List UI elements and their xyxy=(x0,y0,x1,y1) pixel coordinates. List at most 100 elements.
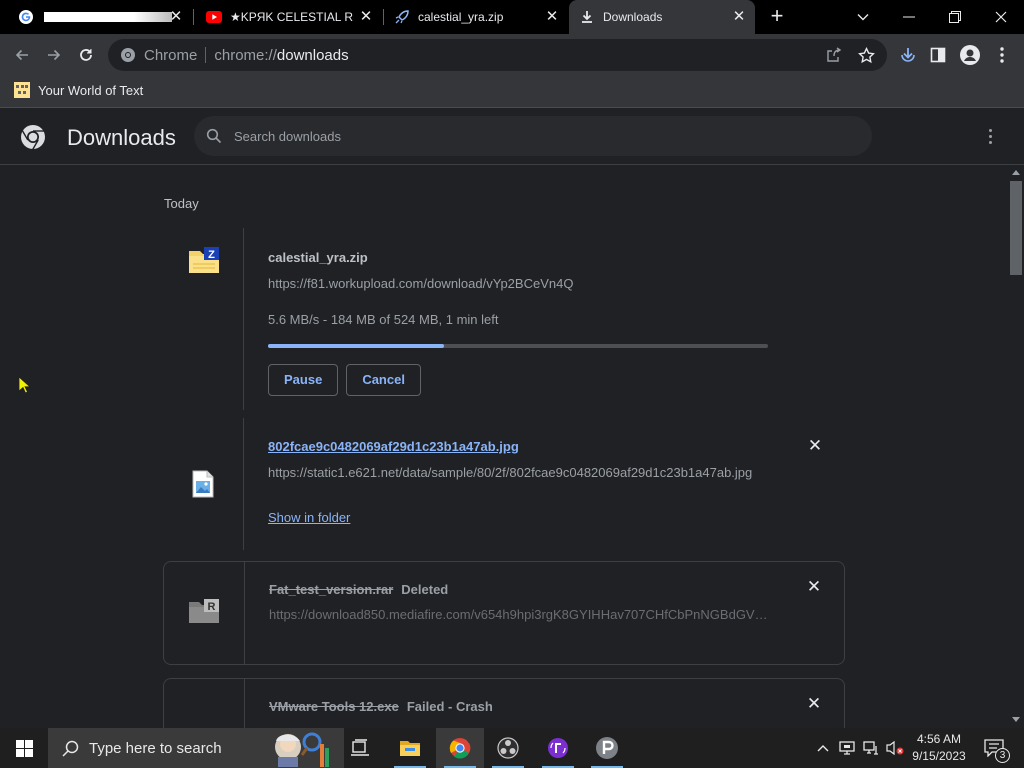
tab-search-button[interactable] xyxy=(840,0,886,34)
restore-button[interactable] xyxy=(932,0,978,34)
tab-google[interactable]: ✕ xyxy=(8,0,192,34)
bookmarks-bar: Your World of Text xyxy=(0,76,1024,108)
tray-app-button[interactable] xyxy=(836,728,858,768)
chrome-taskbar-button[interactable] xyxy=(436,728,484,768)
download-item-in-progress: Z calestial_yra.zip https://f81.workuplo… xyxy=(163,228,845,410)
file-name-link[interactable]: 802fcae9c0482069af29d1c23b1a47ab.jpg xyxy=(268,439,519,454)
volume-button[interactable] xyxy=(884,728,906,768)
downloads-list: Today Z calestial_yra.zip https://f81.wo… xyxy=(0,165,1008,728)
minimize-button[interactable] xyxy=(886,0,932,34)
notification-count-badge: 3 xyxy=(995,748,1010,763)
show-hidden-icons-button[interactable] xyxy=(812,728,834,768)
tab-title: calestial_yra.zip xyxy=(418,10,504,24)
tab-downloads[interactable]: Downloads ✕ xyxy=(569,0,755,34)
image-file-icon xyxy=(192,470,214,498)
tab-title: Downloads xyxy=(603,10,663,24)
pause-button[interactable]: Pause xyxy=(268,364,339,396)
search-downloads-field[interactable] xyxy=(194,116,872,156)
chrome-menu-button[interactable] xyxy=(990,43,1014,67)
file-explorer-icon xyxy=(400,741,420,756)
page-scrollbar[interactable] xyxy=(1008,165,1024,728)
show-in-folder-link[interactable]: Show in folder xyxy=(268,510,350,525)
file-name-row: Fat_test_version.rar Deleted xyxy=(269,581,448,599)
site-info-chip[interactable]: Chrome xyxy=(108,47,197,64)
close-tab-icon[interactable]: ✕ xyxy=(168,9,184,25)
clock-time: 4:56 AM xyxy=(916,732,962,746)
back-button[interactable] xyxy=(8,41,36,69)
download-item-failed: VMware Tools 12.exe Failed - Crash ✕ xyxy=(163,678,845,728)
file-explorer-button[interactable] xyxy=(386,728,434,768)
network-button[interactable] xyxy=(860,728,882,768)
tab-calestial[interactable]: calestial_yra.zip ✕ xyxy=(384,0,568,34)
file-url: https://f81.workupload.com/download/vYp2… xyxy=(268,276,574,291)
downloads-header: Downloads xyxy=(0,108,1024,165)
ywot-icon xyxy=(14,82,30,98)
url-scheme: chrome:// xyxy=(214,46,277,64)
download-progress-fill xyxy=(268,344,444,348)
remove-item-button[interactable]: ✕ xyxy=(804,577,824,597)
file-name: VMware Tools 12.exe xyxy=(269,699,399,714)
close-tab-icon[interactable]: ✕ xyxy=(358,9,374,25)
page-title: Downloads xyxy=(67,125,176,150)
proton-icon xyxy=(596,737,618,759)
share-button[interactable] xyxy=(822,43,846,67)
task-view-button[interactable] xyxy=(336,728,384,768)
forward-button[interactable] xyxy=(40,41,68,69)
search-input[interactable] xyxy=(234,128,834,144)
new-tab-button[interactable]: + xyxy=(765,5,789,29)
close-tab-icon[interactable]: ✕ xyxy=(544,9,560,25)
file-url: https://static1.e621.net/data/sample/80/… xyxy=(268,465,753,480)
url-text: chrome://downloads xyxy=(214,47,348,64)
side-panel-button[interactable] xyxy=(926,43,950,67)
bookmark-item[interactable]: Your World of Text xyxy=(14,82,143,98)
reload-button[interactable] xyxy=(72,41,100,69)
file-name-row: VMware Tools 12.exe Failed - Crash xyxy=(269,698,493,716)
search-highlight-icon xyxy=(275,732,329,767)
app-taskbar-button[interactable] xyxy=(534,728,582,768)
tab-youtube[interactable]: ★KPЯK CELESTIAL REC ✕ xyxy=(196,0,382,34)
address-bar[interactable]: Chrome chrome://downloads xyxy=(108,39,887,71)
proton-taskbar-button[interactable] xyxy=(583,728,631,768)
tab-title: ★KPЯK CELESTIAL REC xyxy=(230,10,354,24)
chrome-icon xyxy=(121,48,135,62)
windows-taskbar: Type here to search 4:56 AM 9/15/2023 3 xyxy=(0,728,1024,768)
date-group-label: Today xyxy=(164,196,199,211)
youtube-icon xyxy=(206,9,222,25)
file-name[interactable]: calestial_yra.zip xyxy=(268,250,368,265)
bookmark-star-button[interactable] xyxy=(854,43,878,67)
search-icon xyxy=(206,128,222,144)
star-icon xyxy=(857,46,875,63)
obs-taskbar-button[interactable] xyxy=(484,728,532,768)
system-clock[interactable]: 4:56 AM 9/15/2023 xyxy=(908,731,970,765)
app-icon xyxy=(548,738,568,758)
cancel-button[interactable]: Cancel xyxy=(346,364,421,396)
close-tab-icon[interactable]: ✕ xyxy=(731,9,747,25)
task-view-icon xyxy=(351,739,369,756)
tab-strip: ✕ ★KPЯK CELESTIAL REC ✕ calestial_yra.zi… xyxy=(0,0,1024,34)
profile-button[interactable] xyxy=(958,43,982,67)
download-item-deleted: R Fat_test_version.rar Deleted https://do… xyxy=(163,561,845,665)
taskbar-search-box[interactable]: Type here to search xyxy=(48,728,344,768)
mouse-cursor-icon xyxy=(18,376,32,394)
taskbar-search-placeholder: Type here to search xyxy=(89,739,222,757)
side-panel-icon xyxy=(930,47,946,63)
scrollbar-thumb[interactable] xyxy=(1010,181,1022,275)
remove-item-button[interactable]: ✕ xyxy=(804,694,824,714)
notifications-button[interactable]: 3 xyxy=(978,728,1010,768)
start-button[interactable] xyxy=(0,728,48,768)
scroll-down-arrow-icon[interactable] xyxy=(1012,717,1020,722)
remove-item-button[interactable]: ✕ xyxy=(805,436,825,456)
close-window-button[interactable] xyxy=(978,0,1024,34)
google-icon xyxy=(18,9,34,25)
downloads-button[interactable] xyxy=(896,43,920,67)
scroll-up-arrow-icon[interactable] xyxy=(1012,170,1020,175)
svg-text:R: R xyxy=(208,601,216,613)
rocket-icon xyxy=(394,9,410,25)
search-icon xyxy=(62,740,79,757)
svg-text:Z: Z xyxy=(208,249,215,261)
clock-date: 9/15/2023 xyxy=(912,749,966,763)
obs-icon xyxy=(497,737,519,759)
zip-file-icon: Z xyxy=(189,247,219,273)
downloads-more-actions-button[interactable] xyxy=(978,124,1002,148)
omnibox-separator xyxy=(205,47,207,63)
